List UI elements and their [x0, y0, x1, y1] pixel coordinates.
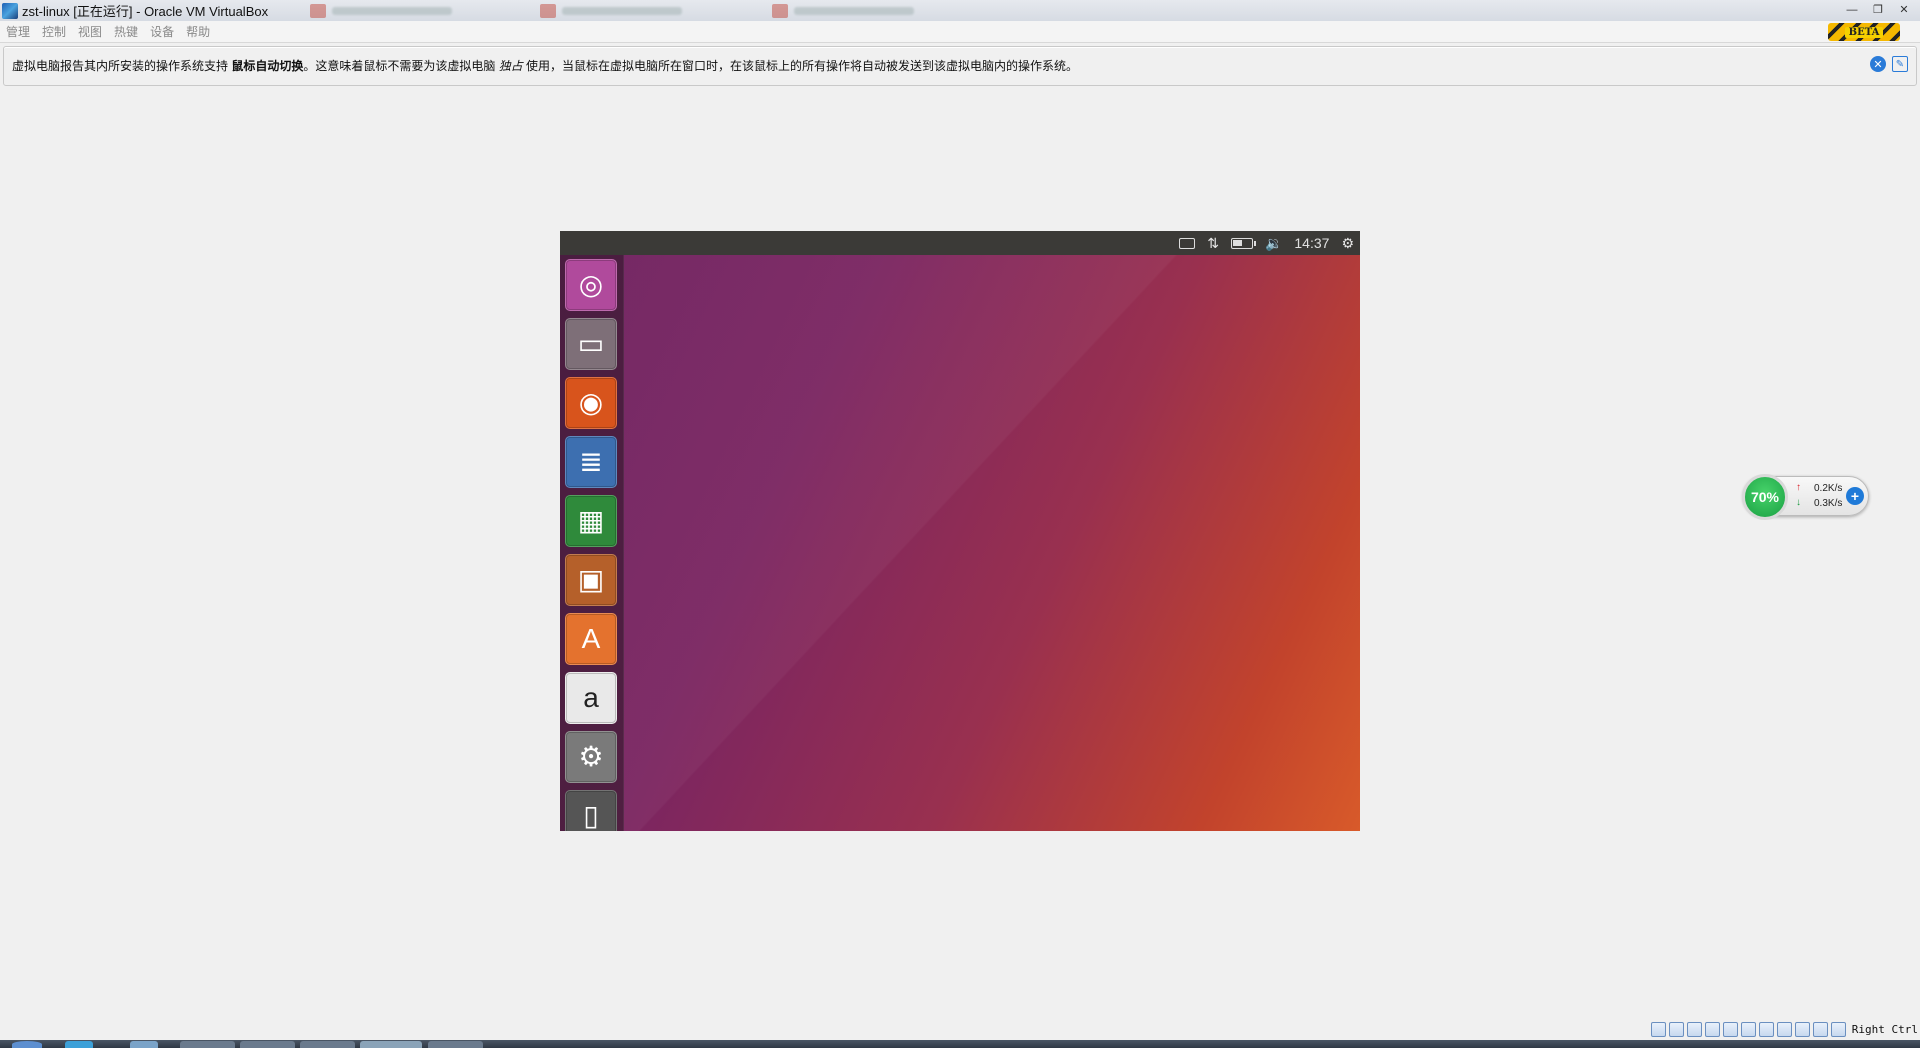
beta-label: BETA: [1844, 26, 1884, 38]
taskbar-app[interactable]: [360, 1041, 422, 1048]
ubuntu-top-panel: ⇅ 🔉 14:37 ⚙: [560, 231, 1360, 255]
keyboard-indicator-icon[interactable]: [1179, 231, 1196, 255]
background-tab[interactable]: [772, 3, 914, 19]
ubuntu-launcher: ◎ ▭ ◉ ≣ ▦ ▣ Aa ⚙ ▯: [560, 255, 624, 831]
calc-icon: ▦: [577, 505, 605, 536]
restore-button[interactable]: ❐: [1866, 1, 1890, 18]
window-title: zst-linux [正在运行] - Oracle VM VirtualBox: [22, 4, 269, 19]
taskbar-app[interactable]: [300, 1041, 355, 1048]
optical-drive-status-icon[interactable]: [1668, 1021, 1684, 1037]
launcher-impress-button[interactable]: ▣: [565, 554, 617, 606]
ubuntu-desktop-wallpaper[interactable]: [560, 255, 1360, 831]
network-status-icon[interactable]: [1704, 1021, 1720, 1037]
download-speed: 0.3K/s: [1814, 498, 1843, 509]
usb-status-icon[interactable]: [1722, 1021, 1738, 1037]
beta-badge: BETA: [1828, 23, 1900, 41]
volume-indicator-icon[interactable]: 🔉: [1265, 231, 1282, 255]
video-capture-status-icon[interactable]: [1776, 1021, 1792, 1037]
virtualization-status-icon[interactable]: [1794, 1021, 1810, 1037]
virtualbox-logo-icon: [2, 2, 18, 19]
session-gear-icon[interactable]: ⚙: [1341, 231, 1354, 255]
memory-usage-ring[interactable]: 70%: [1742, 474, 1788, 520]
notice-italic: 独占: [498, 59, 523, 73]
menu-help[interactable]: 帮助: [180, 23, 216, 40]
impress-icon: ▣: [577, 564, 605, 595]
host-key-label: Right Ctrl: [1851, 1022, 1918, 1036]
menu-devices[interactable]: 设备: [144, 23, 180, 40]
taskbar-pinned-app[interactable]: [65, 1041, 93, 1048]
amazon-icon: a: [583, 682, 599, 713]
menu-view[interactable]: 视图: [72, 23, 108, 40]
vm-display[interactable]: ⇅ 🔉 14:37 ⚙ ◎ ▭ ◉ ≣ ▦ ▣ Aa ⚙ ▯: [560, 231, 1360, 831]
taskbar-pinned-app[interactable]: [130, 1041, 158, 1048]
minimize-button[interactable]: —: [1840, 1, 1864, 18]
close-notice-icon[interactable]: ✕: [1870, 56, 1886, 72]
launcher-writer-button[interactable]: ≣: [565, 436, 617, 488]
software-icon: A: [581, 623, 601, 654]
audio-status-icon[interactable]: [1686, 1021, 1702, 1037]
mouse-integration-status-icon[interactable]: [1812, 1021, 1828, 1037]
network-indicator-icon[interactable]: ⇅: [1207, 231, 1219, 255]
keyboard-capture-status-icon[interactable]: [1830, 1021, 1846, 1037]
background-tab[interactable]: [310, 3, 452, 19]
firefox-icon: ◉: [578, 387, 604, 418]
dash-icon: ◎: [578, 269, 604, 300]
menu-bar: 管理 控制 视图 热键 设备 帮助 BETA: [0, 21, 1920, 43]
window-titlebar: zst-linux [正在运行] - Oracle VM VirtualBox …: [0, 0, 1920, 21]
tab-icon: [310, 4, 326, 18]
panel-clock[interactable]: 14:37: [1294, 235, 1329, 251]
notice-part-1: 虚拟电脑报告其内所安装的操作系统支持: [12, 59, 232, 73]
close-button[interactable]: ✕: [1892, 1, 1916, 18]
upload-speed: 0.2K/s: [1814, 483, 1843, 494]
taskbar-app[interactable]: [428, 1041, 483, 1048]
launcher-trash-button[interactable]: ▯: [565, 790, 617, 831]
launcher-software-button[interactable]: A: [565, 613, 617, 665]
network-speed-widget[interactable]: 70% ↑ 0.2K/s ↓ 0.3K/s +: [1742, 474, 1869, 520]
host-taskbar: [0, 1040, 1920, 1048]
start-button[interactable]: [12, 1041, 42, 1048]
notice-part-3: 使用，当鼠标在虚拟电脑所在窗口时，在该鼠标上的所有操作将自动被发送到该虚拟电脑内…: [522, 59, 1079, 73]
menu-hotkeys[interactable]: 热键: [108, 23, 144, 40]
menu-control[interactable]: 控制: [36, 23, 72, 40]
notice-part-2: 。这意味着鼠标不需要为该虚拟电脑: [303, 59, 499, 73]
launcher-calc-button[interactable]: ▦: [565, 495, 617, 547]
mouse-integration-notice: 虚拟电脑报告其内所安装的操作系统支持 鼠标自动切换。这意味着鼠标不需要为该虚拟电…: [3, 46, 1917, 86]
tab-label-blurred: [332, 7, 452, 15]
expand-plus-icon[interactable]: +: [1846, 487, 1864, 505]
launcher-settings-button[interactable]: ⚙: [565, 731, 617, 783]
window-controls: — ❐ ✕: [1840, 1, 1916, 18]
writer-icon: ≣: [579, 446, 603, 477]
upload-arrow-icon: ↑: [1796, 482, 1801, 493]
launcher-dash-button[interactable]: ◎: [565, 259, 617, 311]
files-icon: ▭: [577, 328, 605, 359]
notice-text: 虚拟电脑报告其内所安装的操作系统支持 鼠标自动切换。这意味着鼠标不需要为该虚拟电…: [12, 57, 1078, 74]
download-arrow-icon: ↓: [1796, 497, 1801, 508]
tab-label-blurred: [794, 7, 914, 15]
shared-folders-status-icon[interactable]: [1740, 1021, 1756, 1037]
battery-indicator-icon[interactable]: [1230, 231, 1256, 255]
taskbar-app[interactable]: [180, 1041, 235, 1048]
vm-status-bar: Right Ctrl: [0, 1018, 1920, 1040]
launcher-amazon-button[interactable]: a: [565, 672, 617, 724]
launcher-firefox-button[interactable]: ◉: [565, 377, 617, 429]
launcher-files-button[interactable]: ▭: [565, 318, 617, 370]
background-tab[interactable]: [540, 3, 682, 19]
taskbar-app[interactable]: [240, 1041, 295, 1048]
settings-icon: ⚙: [578, 741, 604, 772]
dont-show-again-icon[interactable]: ✎: [1892, 56, 1908, 72]
notice-bold: 鼠标自动切换: [231, 59, 304, 73]
display-status-icon[interactable]: [1758, 1021, 1774, 1037]
tab-icon: [772, 4, 788, 18]
trash-icon: ▯: [583, 800, 599, 831]
menu-manage[interactable]: 管理: [0, 23, 36, 40]
tab-icon: [540, 4, 556, 18]
hard-disk-status-icon[interactable]: [1650, 1021, 1666, 1037]
tab-label-blurred: [562, 7, 682, 15]
